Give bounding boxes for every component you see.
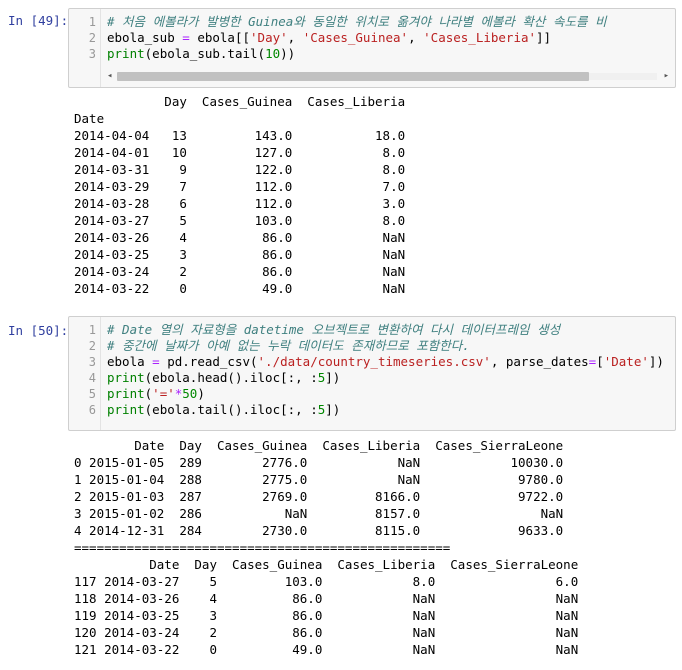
line-number: 3 — [88, 47, 96, 61]
line-number: 5 — [88, 387, 96, 401]
code-token: ebola_sub — [107, 30, 183, 45]
code-token: pd.read_csv( — [159, 354, 258, 369]
code-token: ]] — [536, 30, 552, 45]
line-number: 2 — [88, 339, 96, 353]
code-token: '=' — [152, 386, 175, 401]
output-line: Date — [74, 111, 105, 126]
cell-prompt: In [50]: — [8, 323, 69, 338]
code-token: './data/country_timeseries.csv' — [257, 354, 491, 369]
line-number-gutter — [100, 9, 101, 87]
output-line: 2014-03-27 5 103.0 8.0 — [74, 213, 406, 228]
code-cell-input[interactable]: ◂ ▸ 1 # 처음 에볼라가 발병한 Guinea와 동일한 위치로 옮겨야 나… — [68, 8, 676, 88]
code-token: # 중간에 날짜가 아예 없는 누락 데이터도 존재하므로 포함한다. — [107, 338, 470, 353]
code-line[interactable]: print(ebola_sub.tail(10)) — [107, 46, 295, 62]
code-token: = — [182, 30, 190, 45]
output-line: 2014-03-24 2 86.0 NaN — [74, 264, 406, 279]
code-token: print — [107, 370, 145, 385]
output-line: 2014-03-28 6 112.0 3.0 — [74, 196, 406, 211]
code-line[interactable]: ebola = pd.read_csv('./data/country_time… — [107, 354, 664, 370]
output-line: 2014-03-25 3 86.0 NaN — [74, 247, 406, 262]
output-line: 2014-03-26 4 86.0 NaN — [74, 230, 406, 245]
output-line: 2014-04-04 13 143.0 18.0 — [74, 128, 406, 143]
line-number: 1 — [88, 323, 96, 337]
code-token: 'Cases_Guinea' — [302, 30, 409, 45]
output-line: 2014-03-22 0 49.0 NaN — [74, 281, 406, 296]
code-line[interactable]: # Date 열의 자료형을 datetime 오브젝트로 변환하여 다시 데이… — [107, 322, 560, 338]
code-token: ebola[[ — [189, 30, 251, 45]
output-line: Day Cases_Guinea Cases_Liberia — [74, 94, 406, 109]
output-line: Date Day Cases_Guinea Cases_Liberia Case… — [74, 438, 564, 453]
code-line[interactable]: print(ebola.head().iloc[:, :5]) — [107, 370, 340, 386]
output-line: 3 2015-01-02 286 NaN 8157.0 NaN — [74, 506, 564, 521]
output-line: 119 2014-03-25 3 86.0 NaN NaN — [74, 608, 579, 623]
cell-prompt: In [49]: — [8, 13, 69, 28]
code-token: 'Cases_Liberia' — [423, 30, 537, 45]
scroll-right-arrow-icon[interactable]: ▸ — [664, 70, 669, 83]
output-line: 121 2014-03-22 0 49.0 NaN NaN — [74, 642, 579, 657]
code-line[interactable]: print(ebola.tail().iloc[:, :5]) — [107, 402, 340, 418]
code-token: (ebola_sub.tail( — [144, 46, 266, 61]
code-token: 'Day' — [250, 30, 288, 45]
scrollbar-thumb[interactable] — [117, 72, 589, 81]
code-token: , — [287, 30, 303, 45]
code-token: [ — [596, 354, 604, 369]
output-line: 4 2014-12-31 284 2730.0 8115.0 9633.0 — [74, 523, 564, 538]
code-line[interactable]: print('='*50) — [107, 386, 205, 402]
output-line: 2014-03-31 9 122.0 8.0 — [74, 162, 406, 177]
code-token: print — [107, 386, 145, 401]
cell-output: Date Day Cases_Guinea Cases_Liberia Case… — [74, 437, 578, 658]
output-line: ========================================… — [74, 540, 451, 555]
code-token: # Date 열의 자료형을 datetime 오브젝트로 변환하여 다시 데이… — [107, 322, 561, 337]
code-token: print — [107, 46, 145, 61]
line-number-gutter — [100, 317, 101, 430]
output-line: 2014-03-29 7 112.0 7.0 — [74, 179, 406, 194]
code-token: 10 — [265, 46, 281, 61]
code-token: , — [408, 30, 424, 45]
output-line: 2 2015-01-03 287 2769.0 8166.0 9722.0 — [74, 489, 564, 504]
output-line: 118 2014-03-26 4 86.0 NaN NaN — [74, 591, 579, 606]
output-line: 120 2014-03-24 2 86.0 NaN NaN — [74, 625, 579, 640]
code-token: 'Date' — [603, 354, 649, 369]
line-number: 1 — [88, 15, 96, 29]
horizontal-scrollbar[interactable]: ◂ ▸ — [107, 70, 669, 83]
line-number: 4 — [88, 371, 96, 385]
code-token: print — [107, 402, 145, 417]
code-token: ebola — [107, 354, 153, 369]
code-token: ) — [197, 386, 205, 401]
line-number: 3 — [88, 355, 96, 369]
code-token: = — [152, 354, 160, 369]
code-token: (ebola.tail().iloc[:, : — [144, 402, 318, 417]
code-token: ]) — [648, 354, 664, 369]
code-line[interactable]: # 처음 에볼라가 발병한 Guinea와 동일한 위치로 옮겨야 나라별 에볼… — [107, 14, 607, 30]
code-token: # 처음 에볼라가 발병한 Guinea와 동일한 위치로 옮겨야 나라별 에볼… — [107, 14, 607, 29]
scroll-left-arrow-icon[interactable]: ◂ — [107, 70, 112, 83]
code-line[interactable]: ebola_sub = ebola[['Day', 'Cases_Guinea'… — [107, 30, 551, 46]
code-cell-input[interactable]: 1 # Date 열의 자료형을 datetime 오브젝트로 변환하여 다시 데… — [68, 316, 676, 431]
code-token: (ebola.head().iloc[:, : — [144, 370, 318, 385]
code-token: , parse_dates — [490, 354, 589, 369]
code-token: ]) — [325, 402, 341, 417]
cell-output: Day Cases_Guinea Cases_Liberia Date 2014-0… — [74, 93, 405, 297]
output-line: 117 2014-03-27 5 103.0 8.0 6.0 — [74, 574, 579, 589]
output-line: 2014-04-01 10 127.0 8.0 — [74, 145, 406, 160]
output-line: 0 2015-01-05 289 2776.0 NaN 10030.0 — [74, 455, 564, 470]
code-token: 50 — [182, 386, 198, 401]
code-token: ]) — [325, 370, 341, 385]
line-number: 6 — [88, 403, 96, 417]
line-number: 2 — [88, 31, 96, 45]
code-token: )) — [280, 46, 296, 61]
output-line: 1 2015-01-04 288 2775.0 NaN 9780.0 — [74, 472, 564, 487]
code-line[interactable]: # 중간에 날짜가 아예 없는 누락 데이터도 존재하므로 포함한다. — [107, 338, 470, 354]
output-line: Date Day Cases_Guinea Cases_Liberia Case… — [74, 557, 579, 572]
